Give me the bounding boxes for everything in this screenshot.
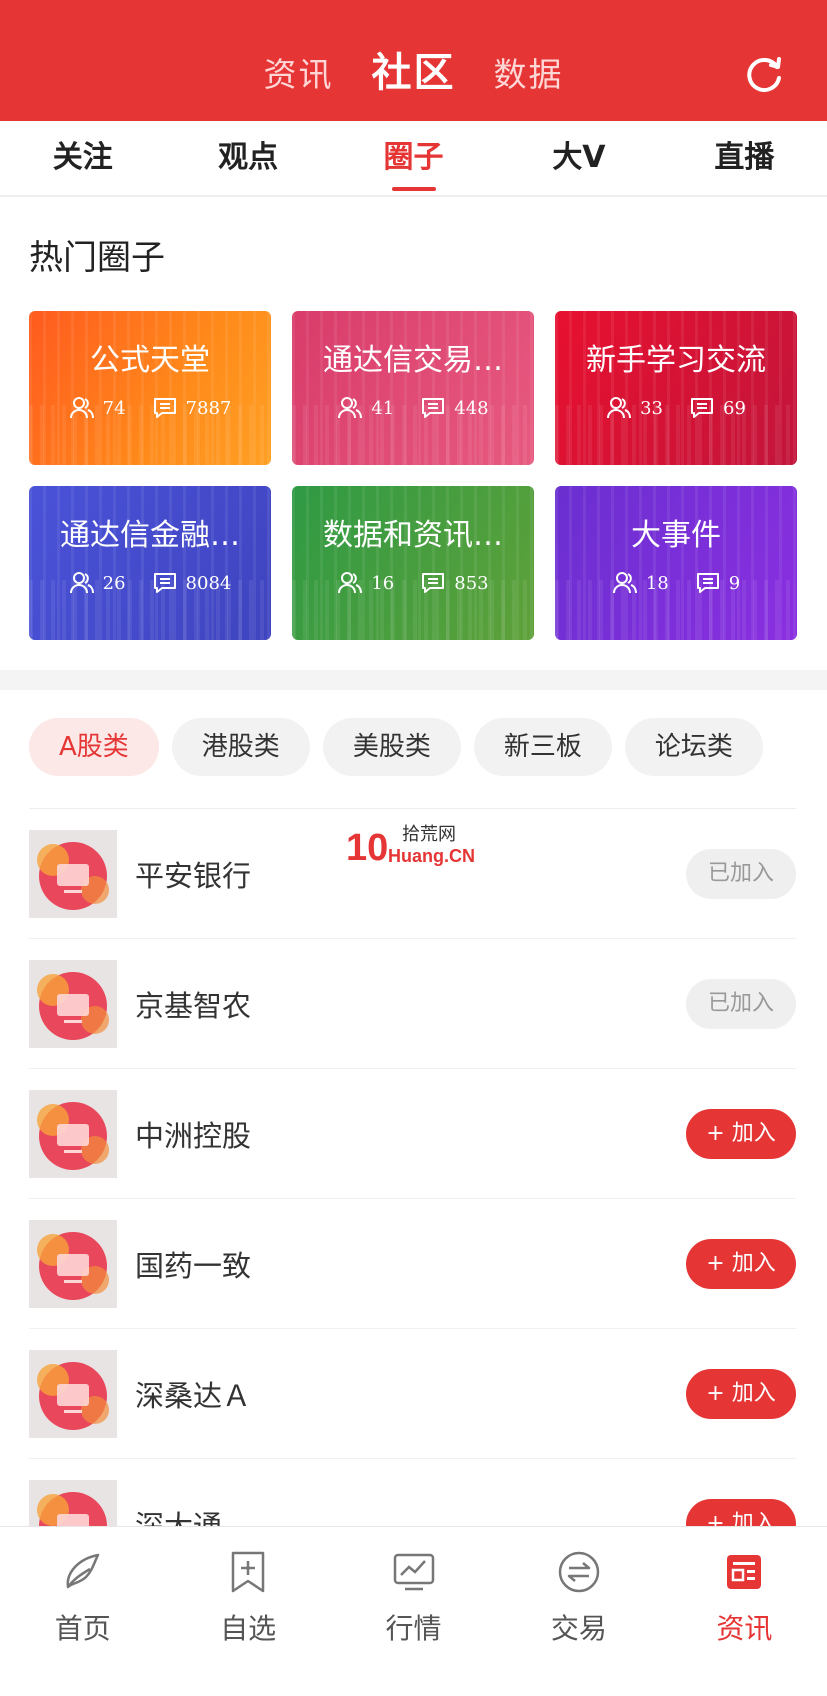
sub-tab-bar: 关注 观点 圈子 大V 直播 bbox=[0, 121, 827, 197]
member-count: 16 bbox=[371, 572, 395, 594]
circle-name: 中洲控股 bbox=[135, 1118, 252, 1153]
posts-icon bbox=[422, 398, 445, 418]
posts-icon bbox=[153, 573, 176, 593]
top-tab-news[interactable]: 资讯 bbox=[264, 48, 334, 96]
top-tab-community[interactable]: 社区 bbox=[372, 40, 456, 98]
tab-live[interactable]: 直播 bbox=[662, 121, 827, 195]
tab-big-v[interactable]: 大V bbox=[496, 121, 661, 195]
chip-us-shares[interactable]: 美股类 bbox=[322, 718, 461, 776]
post-count: 448 bbox=[454, 397, 489, 419]
circle-name: 深桑达Ａ bbox=[135, 1378, 252, 1413]
chip-hk-shares[interactable]: 港股类 bbox=[171, 718, 310, 776]
card-name: 通达信金融… bbox=[60, 518, 240, 553]
trade-exchange-icon bbox=[558, 1551, 600, 1593]
chip-neeq[interactable]: 新三板 bbox=[473, 718, 612, 776]
top-header: 资讯 社区 数据 bbox=[0, 0, 827, 121]
member-count: 18 bbox=[645, 572, 669, 594]
hot-circles-title: 热门圈子 bbox=[29, 238, 165, 278]
tab-circles[interactable]: 圈子 bbox=[331, 121, 496, 195]
nav-watchlist-label: 自选 bbox=[220, 1612, 277, 1645]
posts-icon bbox=[422, 573, 445, 593]
nav-home-label: 首页 bbox=[54, 1612, 111, 1645]
hot-circle-card[interactable]: 新手学习交流 33 69 bbox=[555, 311, 797, 465]
watermark-logo: 10 拾荒网 Huang.CN bbox=[346, 824, 475, 869]
circle-thumbnail-icon bbox=[29, 1349, 117, 1438]
list-item[interactable]: 国药一致 + 加入 bbox=[29, 1199, 796, 1329]
circle-thumbnail-icon bbox=[29, 1219, 117, 1308]
refresh-icon[interactable] bbox=[741, 52, 787, 98]
circle-name: 国药一致 bbox=[135, 1248, 252, 1283]
post-count: 8084 bbox=[185, 572, 232, 594]
post-count: 69 bbox=[723, 397, 746, 419]
card-name: 大事件 bbox=[631, 518, 721, 553]
watermark-line2: Huang.CN bbox=[388, 846, 475, 866]
hot-circles-grid: 公式天堂 74 7887 通达信交易… 41 448 新手学习交流 33 69 … bbox=[29, 311, 797, 640]
circle-thumbnail-icon bbox=[29, 1089, 117, 1178]
nav-watchlist[interactable]: 自选 bbox=[165, 1527, 330, 1696]
nav-trade[interactable]: 交易 bbox=[496, 1527, 661, 1696]
members-icon bbox=[338, 572, 363, 594]
hot-circle-card[interactable]: 大事件 18 9 bbox=[555, 486, 797, 640]
card-name: 数据和资讯… bbox=[323, 518, 503, 553]
member-count: 33 bbox=[640, 397, 663, 419]
hot-circle-card[interactable]: 公式天堂 74 7887 bbox=[29, 311, 271, 465]
nav-market[interactable]: 行情 bbox=[331, 1527, 496, 1696]
nav-news[interactable]: 资讯 bbox=[662, 1527, 827, 1696]
posts-icon bbox=[696, 573, 719, 593]
members-icon bbox=[607, 397, 632, 419]
bottom-nav: 首页 自选 行情 交易 资讯 bbox=[0, 1526, 827, 1696]
nav-market-label: 行情 bbox=[385, 1612, 442, 1645]
circle-thumbnail-icon bbox=[29, 959, 117, 1048]
nav-news-label: 资讯 bbox=[716, 1612, 773, 1645]
card-name: 新手学习交流 bbox=[586, 343, 766, 378]
circle-name: 京基智农 bbox=[135, 988, 252, 1023]
hot-circle-card[interactable]: 数据和资讯… 16 853 bbox=[292, 486, 534, 640]
watchlist-icon bbox=[231, 1551, 265, 1593]
join-button[interactable]: + 加入 bbox=[686, 1368, 796, 1419]
tab-opinions[interactable]: 观点 bbox=[165, 121, 330, 195]
joined-button[interactable]: 已加入 bbox=[686, 848, 796, 899]
members-icon bbox=[69, 572, 94, 594]
list-item[interactable]: 中洲控股 + 加入 bbox=[29, 1069, 796, 1199]
members-icon bbox=[69, 397, 94, 419]
watermark-mark: 10 bbox=[346, 827, 388, 869]
posts-icon bbox=[691, 398, 713, 418]
top-tab-bar: 资讯 社区 数据 bbox=[0, 40, 827, 98]
category-chips: A股类 港股类 美股类 新三板 论坛类 bbox=[29, 718, 763, 776]
market-chart-icon bbox=[393, 1553, 434, 1591]
circle-thumbnail-icon bbox=[29, 829, 117, 918]
list-item[interactable]: 京基智农 已加入 bbox=[29, 939, 796, 1069]
hot-circle-card[interactable]: 通达信交易… 41 448 bbox=[292, 311, 534, 465]
members-icon bbox=[612, 572, 637, 594]
member-count: 41 bbox=[371, 397, 395, 419]
card-name: 公式天堂 bbox=[90, 343, 210, 378]
list-item[interactable]: 深桑达Ａ + 加入 bbox=[29, 1329, 796, 1459]
top-tab-data[interactable]: 数据 bbox=[494, 48, 564, 96]
home-icon bbox=[66, 1553, 99, 1589]
nav-home[interactable]: 首页 bbox=[0, 1527, 165, 1696]
tab-follow[interactable]: 关注 bbox=[0, 121, 165, 195]
post-count: 9 bbox=[728, 572, 741, 594]
join-button[interactable]: + 加入 bbox=[686, 1238, 796, 1289]
chip-a-shares[interactable]: A股类 bbox=[29, 718, 159, 776]
watermark-line1: 拾荒网 bbox=[402, 824, 456, 845]
post-count: 853 bbox=[454, 572, 489, 594]
nav-trade-label: 交易 bbox=[550, 1612, 607, 1645]
member-count: 26 bbox=[102, 572, 126, 594]
card-name: 通达信交易… bbox=[323, 343, 503, 378]
join-button[interactable]: + 加入 bbox=[686, 1108, 796, 1159]
joined-button[interactable]: 已加入 bbox=[686, 978, 796, 1029]
section-divider bbox=[0, 670, 827, 690]
hot-circle-card[interactable]: 通达信金融… 26 8084 bbox=[29, 486, 271, 640]
circle-list: 平安银行 已加入 京基智农 已加入 中洲控股 + 加入 国药一致 + 加入 深桑… bbox=[29, 808, 796, 1589]
member-count: 74 bbox=[102, 397, 126, 419]
members-icon bbox=[338, 397, 363, 419]
chip-forum[interactable]: 论坛类 bbox=[624, 718, 763, 776]
news-icon bbox=[727, 1555, 762, 1589]
posts-icon bbox=[153, 398, 176, 418]
post-count: 7887 bbox=[185, 397, 232, 419]
